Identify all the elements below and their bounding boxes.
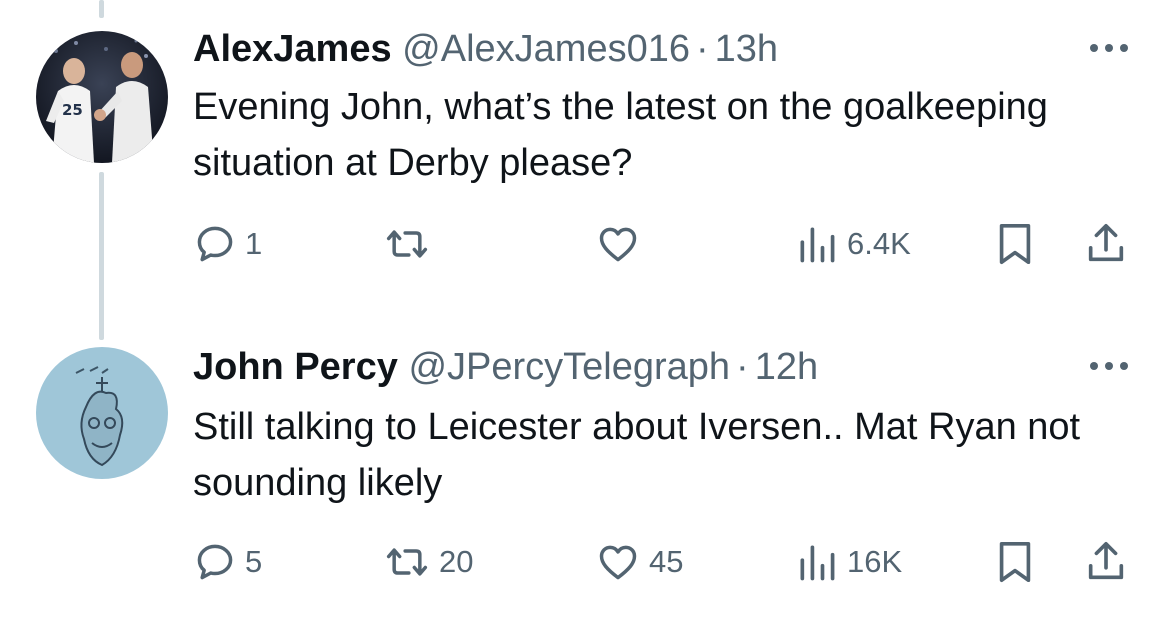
retweet-button[interactable] [383,221,439,267]
like-count: 45 [649,544,684,579]
avatar-illustration [36,347,168,479]
bookmark-button[interactable] [995,539,1035,585]
like-button[interactable]: 45 [595,539,683,585]
avatar-alexjames[interactable]: 25 [36,31,168,163]
tweet-alexjames[interactable]: 25 AlexJames @AlexJames016 · 13h Evening J… [0,0,1170,330]
reply-icon [197,226,233,262]
separator-dot: · [736,346,749,388]
heart-icon [599,227,637,262]
retweet-button[interactable]: 20 [383,539,473,585]
author-handle[interactable]: @AlexJames016 [402,28,690,70]
reply-count: 1 [245,226,263,261]
tweet-text: Evening John, what’s the latest on the g… [193,86,1048,184]
share-icon [1088,223,1124,262]
tweet-header: AlexJames @AlexJames016 · 13h [193,26,778,72]
retweet-icon [386,230,428,258]
retweet-icon [386,548,428,576]
timestamp[interactable]: 13h [715,28,778,70]
avatar-jersey-number: 25 [62,101,83,119]
tweet-johnpercy[interactable]: John Percy @JPercyTelegraph · 12h Still ta… [0,330,1170,623]
bookmark-icon [999,223,1031,265]
author-handle[interactable]: @JPercyTelegraph [408,346,730,388]
retweet-count: 20 [439,544,474,579]
bookmark-button[interactable] [995,221,1035,267]
reply-icon [197,544,233,580]
reply-button[interactable]: 1 [193,221,262,267]
share-icon [1088,541,1124,580]
views-icon [800,227,835,263]
timestamp[interactable]: 12h [755,346,818,388]
author-name[interactable]: AlexJames [193,28,392,70]
views-button[interactable]: 6.4K [795,221,911,267]
avatar-johnpercy[interactable] [36,347,168,479]
more-icon[interactable] [1086,356,1132,376]
author-name[interactable]: John Percy [193,346,398,388]
more-icon[interactable] [1086,38,1132,58]
bookmark-icon [999,541,1031,583]
reply-button[interactable]: 5 [193,539,262,585]
views-button[interactable]: 16K [795,539,902,585]
like-button[interactable] [595,221,649,267]
reply-count: 5 [245,544,263,579]
views-icon [800,545,835,581]
share-button[interactable] [1083,539,1129,585]
views-count: 6.4K [847,226,911,261]
action-bar: 1 6.4K [0,221,1170,267]
tweet-header: John Percy @JPercyTelegraph · 12h [193,344,818,390]
separator-dot: · [695,28,709,70]
heart-icon [599,545,637,580]
tweet-text: Still talking to Leicester about Iversen… [193,406,1081,504]
share-button[interactable] [1083,221,1129,267]
avatar-photo-football-players: 25 [36,31,168,163]
views-count: 16K [847,544,903,579]
action-bar: 5 20 45 16K [0,539,1170,585]
